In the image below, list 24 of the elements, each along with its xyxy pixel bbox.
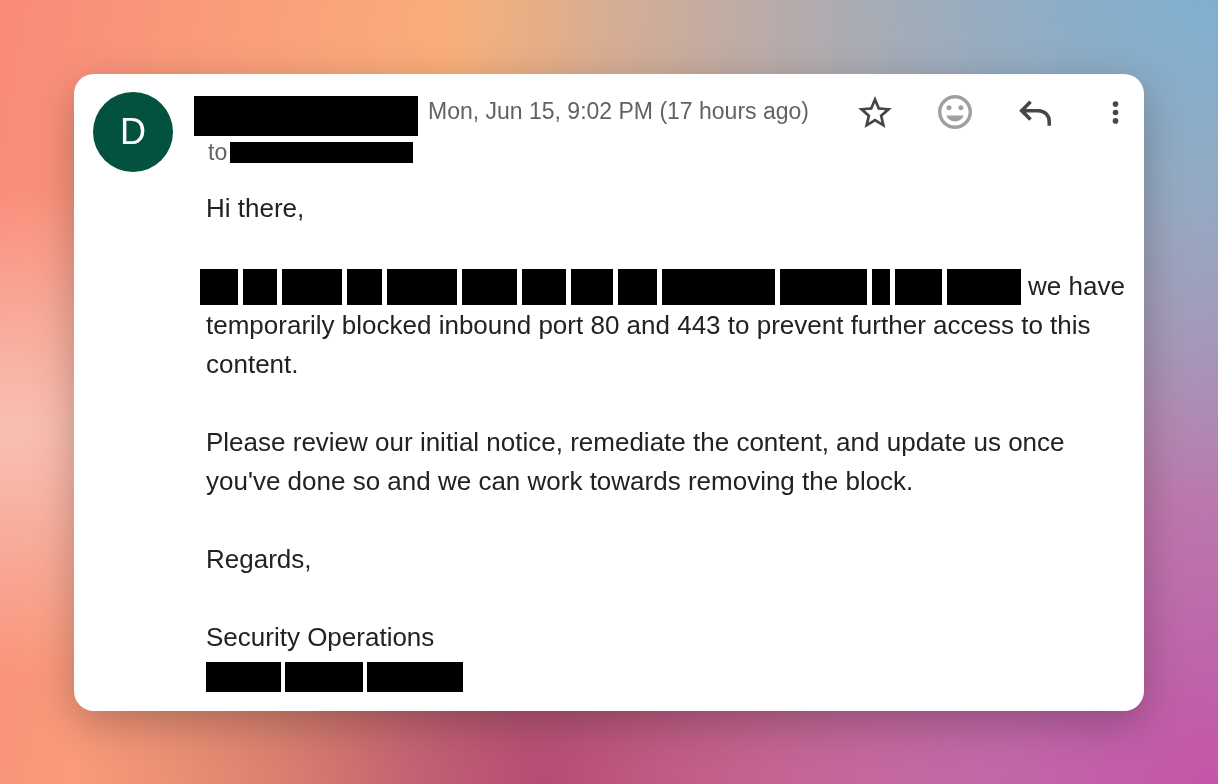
redaction-bar [347,268,382,305]
body-text: we have [1028,270,1125,303]
body-paragraph: Please review our initial notice, remediate the content, and update us once you've done so and we can work towards removing the block. [206,426,1066,498]
reply-icon [1019,98,1051,126]
redaction-bar [618,268,657,305]
redaction-bar [282,268,342,305]
avatar: D [93,92,173,172]
redaction-bar [387,268,457,305]
redaction-bar [462,268,517,305]
smiley-icon [938,95,972,129]
more-icon [1111,99,1119,125]
redaction-bar [522,268,566,305]
body-paragraph: Hi there, [206,192,306,225]
redaction-bar [872,268,890,305]
redaction-bar [200,268,238,305]
emoji-button[interactable] [935,92,975,132]
redaction-bar [571,268,613,305]
date-text: Mon, Jun 15, 9:02 PM (17 hours ago) [428,97,809,126]
redaction-bar [243,268,277,305]
signature-text: Security Operations [206,621,436,654]
redaction-bar [895,268,942,305]
body-paragraph: Regards, [206,543,313,576]
recipient-label: to [208,139,228,165]
body-paragraph: temporarily blocked inbound port 80 and 443 to prevent further access to this content. [206,309,1092,381]
